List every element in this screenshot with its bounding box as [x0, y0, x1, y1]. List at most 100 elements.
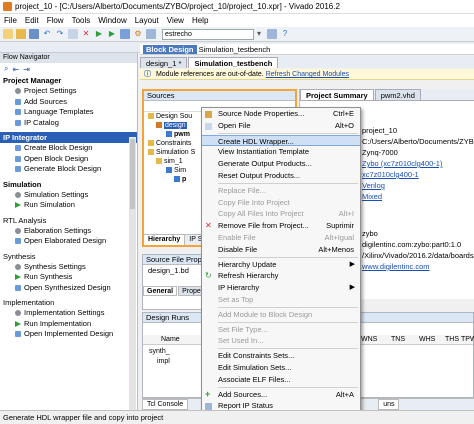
flow-item-elaboration-settings[interactable]: Elaboration Settings	[0, 226, 137, 237]
section-simulation[interactable]: Simulation	[0, 179, 137, 190]
menu-item-ip-hierarchy[interactable]: IP Hierarchy ▶	[202, 282, 360, 294]
help-icon[interactable]: ?	[280, 29, 290, 39]
menu-item-associate-elf-files[interactable]: Associate ELF Files...	[202, 374, 360, 386]
redo-icon[interactable]: ↷	[55, 29, 65, 39]
menu-view[interactable]: View	[167, 16, 184, 25]
open-folder-icon[interactable]	[16, 29, 26, 39]
menu-item-copy-file-into-project[interactable]: Copy File Into Project	[202, 197, 360, 209]
menu-item-edit-simulation-sets[interactable]: Edit Simulation Sets...	[202, 362, 360, 374]
menu-item-disable-file[interactable]: Disable File Alt+Menos	[202, 244, 360, 256]
flow-item-run-implementation[interactable]: Run Implementation	[0, 319, 137, 330]
flow-item-language-templates[interactable]: Language Templates	[0, 107, 137, 118]
collapse-all-icon[interactable]: ⇤	[12, 65, 19, 74]
tab-pwm2-vhd[interactable]: pwm2.vhd	[374, 89, 421, 100]
project-location-value: C:/Users/Alberto/Documents/ZYBO/pr	[362, 137, 474, 146]
menu-item-set-as-top[interactable]: Set as Top	[202, 294, 360, 306]
section-ip-integrator[interactable]: IP Integrator	[0, 132, 137, 143]
menu-item-refresh-hierarchy[interactable]: ↻ Refresh Hierarchy	[202, 270, 360, 282]
expand-all-icon[interactable]: ⇥	[23, 65, 30, 74]
flow-item-run-synthesis[interactable]: Run Synthesis	[0, 272, 137, 283]
flow-item-create-block-design[interactable]: Create Block Design	[0, 143, 137, 154]
section-project-manager[interactable]: Project Manager	[0, 75, 137, 86]
menu-window[interactable]: Window	[98, 16, 126, 25]
tab-design-runs[interactable]: uns	[378, 399, 400, 410]
part-link[interactable]: xc7z010clg400-1	[362, 170, 419, 179]
menu-separator	[218, 132, 358, 134]
simulator-language-link[interactable]: Mixed	[362, 192, 382, 201]
table-row[interactable]: impl	[157, 357, 170, 366]
menu-item-edit-constraints-sets[interactable]: Edit Constraints Sets...	[202, 350, 360, 362]
col-tpws[interactable]: TPWS	[461, 335, 474, 345]
tab-design-1[interactable]: design_1 *	[140, 57, 188, 68]
menu-item-source-node-properties[interactable]: Source Node Properties... Ctrl+E	[202, 108, 360, 120]
scrollbar-thumb[interactable]	[130, 139, 135, 209]
menu-file[interactable]: File	[4, 16, 17, 25]
menu-help[interactable]: Help	[192, 16, 208, 25]
menu-item-remove-file[interactable]: ✕ Remove File from Project... Suprimir	[202, 220, 360, 232]
copy-icon[interactable]	[68, 29, 78, 39]
menu-item-enable-file[interactable]: Enable File Alt+Igual	[202, 232, 360, 244]
col-wns[interactable]: WNS	[361, 335, 377, 345]
col-ths[interactable]: THS	[445, 335, 459, 345]
save-icon[interactable]	[29, 29, 39, 39]
menu-item-add-module-to-block-design[interactable]: Add Module to Block Design	[202, 309, 360, 321]
menu-tools[interactable]: Tools	[72, 16, 91, 25]
flow-navigator-scrollbar[interactable]	[129, 137, 136, 410]
menu-item-open-file[interactable]: Open File Alt+O	[202, 120, 360, 132]
refresh-changed-modules-link[interactable]: Refresh Changed Modules	[266, 71, 349, 78]
folder-icon	[156, 158, 162, 165]
menu-flow[interactable]: Flow	[47, 16, 64, 25]
board-url-link[interactable]: www.digilentinc.com	[362, 262, 430, 271]
settings-icon[interactable]: ⚙	[133, 29, 143, 39]
section-implementation[interactable]: Implementation	[0, 297, 137, 308]
run-next-icon[interactable]: ▶	[107, 29, 117, 39]
program-icon[interactable]	[120, 29, 130, 39]
menu-item-view-instantiation-template[interactable]: View Instantiation Template	[202, 146, 360, 158]
combo-chevron-icon[interactable]: ▾	[254, 29, 264, 39]
tab-hierarchy[interactable]: Hierarchy	[144, 235, 186, 245]
col-tns[interactable]: TNS	[391, 335, 405, 345]
menu-item-reset-output-products[interactable]: Reset Output Products...	[202, 170, 360, 182]
section-synthesis[interactable]: Synthesis	[0, 251, 137, 262]
menu-item-copy-all-files-into-project[interactable]: Copy All Files Into Project Alt+I	[202, 208, 360, 220]
table-row[interactable]: synth_	[149, 347, 170, 356]
menu-item-create-hdl-wrapper[interactable]: Create HDL Wrapper...	[202, 134, 360, 147]
menu-edit[interactable]: Edit	[25, 16, 39, 25]
flow-item-implementation-settings[interactable]: Implementation Settings	[0, 308, 137, 319]
col-name[interactable]: Name	[161, 335, 180, 345]
menu-item-set-file-type[interactable]: Set File Type...	[202, 324, 360, 336]
tab-tcl-console[interactable]: Tcl Console	[142, 399, 189, 410]
new-project-icon[interactable]	[3, 29, 13, 39]
flow-item-open-synthesized-design[interactable]: Open Synthesized Design	[0, 283, 137, 294]
flow-item-synthesis-settings[interactable]: Synthesis Settings	[0, 262, 137, 273]
menu-item-generate-output-products[interactable]: Generate Output Products...	[202, 158, 360, 170]
section-rtl-analysis[interactable]: RTL Analysis	[0, 215, 137, 226]
tab-project-summary[interactable]: Project Summary	[300, 89, 374, 100]
search-icon[interactable]: ⌕	[4, 64, 8, 74]
flow-item-open-implemented-design[interactable]: Open Implemented Design	[0, 329, 137, 340]
menu-layout[interactable]: Layout	[135, 16, 159, 25]
flow-item-open-elaborated-design[interactable]: Open Elaborated Design	[0, 236, 137, 247]
project-part-link[interactable]: Zybo (xc7z010clg400-1)	[362, 159, 442, 168]
flow-item-simulation-settings[interactable]: Simulation Settings	[0, 190, 137, 201]
menu-item-set-used-in[interactable]: Set Used In...	[202, 335, 360, 347]
menu-item-replace-file[interactable]: Replace File...	[202, 185, 360, 197]
layout-icon[interactable]	[146, 29, 156, 39]
flow-item-project-settings[interactable]: Project Settings	[0, 86, 137, 97]
layout-combo[interactable]: estrecho	[162, 28, 254, 40]
flow-item-open-block-design[interactable]: Open Block Design	[0, 154, 137, 165]
windows-icon[interactable]	[267, 29, 277, 39]
tab-general[interactable]: General	[143, 286, 178, 296]
target-language-link[interactable]: Verilog	[362, 181, 385, 190]
menu-item-add-sources[interactable]: + Add Sources... Alt+A	[202, 389, 360, 401]
col-whs[interactable]: WHS	[419, 335, 435, 345]
delete-icon[interactable]: ✕	[81, 29, 91, 39]
tab-simulation-testbench[interactable]: Simulation_testbench	[188, 57, 279, 68]
flow-item-add-sources[interactable]: Add Sources	[0, 97, 137, 108]
undo-icon[interactable]: ↶	[42, 29, 52, 39]
run-icon[interactable]: ▶	[94, 29, 104, 39]
flow-item-run-simulation[interactable]: Run Simulation	[0, 200, 137, 211]
flow-item-generate-block-design[interactable]: Generate Block Design	[0, 164, 137, 175]
flow-item-ip-catalog[interactable]: IP Catalog	[0, 118, 137, 129]
menu-item-hierarchy-update[interactable]: Hierarchy Update ▶	[202, 259, 360, 271]
